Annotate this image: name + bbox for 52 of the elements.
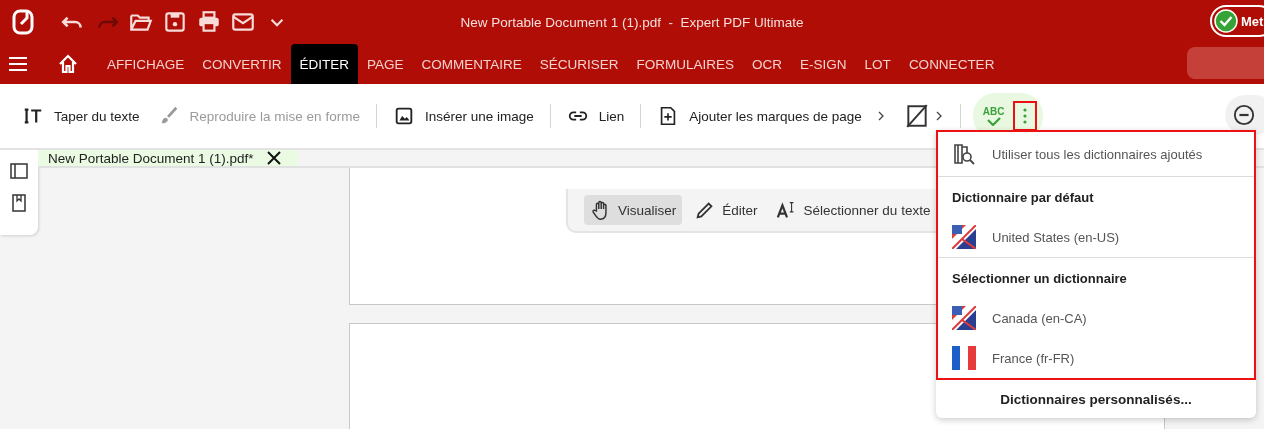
menu-item[interactable]: France (fr-FR) bbox=[938, 338, 1254, 378]
toolbar-button[interactable]: Insérer une image bbox=[388, 99, 538, 133]
kebab-icon bbox=[1022, 108, 1027, 124]
menu-section-header: Dictionnaire par défaut bbox=[951, 188, 1095, 207]
toolbar-button[interactable]: Taper du texte bbox=[18, 99, 144, 133]
mode-button[interactable]: Sélectionner du texte bbox=[769, 195, 937, 225]
menu-icon[interactable] bbox=[8, 54, 28, 74]
text-tool-icon bbox=[22, 105, 44, 127]
minus-circle-icon bbox=[1233, 104, 1255, 126]
dictionary-search-icon bbox=[952, 142, 976, 166]
app-logo bbox=[12, 9, 36, 35]
search-field[interactable] bbox=[1187, 47, 1264, 79]
custom-dictionaries-button[interactable]: Dictionnaires personnalisés... bbox=[994, 390, 1198, 408]
flag-icon bbox=[952, 225, 976, 249]
menu-tab[interactable]: E-SIGN bbox=[791, 44, 856, 84]
zoom-out-button[interactable] bbox=[1225, 95, 1264, 135]
menu-item[interactable]: Utiliser tous les dictionnaires ajoutés bbox=[938, 132, 1254, 176]
close-icon bbox=[265, 150, 282, 166]
account-label: Met bbox=[1241, 13, 1264, 29]
menu-item[interactable]: United States (en-US) bbox=[938, 217, 1254, 257]
menu-tab[interactable]: FORMULAIRES bbox=[627, 44, 744, 84]
menu-section-header: Sélectionner un dictionnaire bbox=[951, 269, 1128, 288]
bookmarks-button[interactable] bbox=[10, 194, 28, 212]
menu-tab[interactable]: CONVERTIR bbox=[193, 44, 291, 84]
menu-item[interactable]: Canada (en-CA) bbox=[938, 298, 1254, 338]
menu-tab[interactable]: OCR bbox=[743, 44, 792, 84]
sidebar-icon bbox=[10, 162, 28, 180]
check-icon bbox=[985, 116, 1002, 126]
mode-button[interactable]: Éditer bbox=[688, 195, 764, 225]
printer-icon[interactable] bbox=[196, 9, 222, 35]
document-tab-label[interactable]: New Portable Document 1 (1).pdf* bbox=[48, 150, 254, 166]
window-title: New Portable Document 1 (1).pdf - Expert PDF Ultimate bbox=[460, 14, 804, 30]
menu-tab[interactable]: PAGE bbox=[358, 44, 413, 84]
account-badge[interactable]: Met bbox=[1210, 5, 1264, 37]
flag-icon bbox=[952, 346, 976, 370]
bookmark-icon bbox=[10, 194, 28, 212]
panel-toggle-button[interactable] bbox=[10, 162, 28, 180]
toolbar-button[interactable]: Lien bbox=[562, 99, 629, 133]
save-icon[interactable] bbox=[162, 9, 188, 35]
menu-tab[interactable]: LOT bbox=[855, 44, 900, 84]
menu-tab[interactable]: ÉDITER bbox=[290, 44, 359, 84]
home-icon[interactable] bbox=[58, 54, 78, 74]
menu-tab[interactable]: CONNECTER bbox=[899, 44, 1004, 84]
document-tab[interactable]: New Portable Document 1 (1).pdf* bbox=[38, 150, 298, 166]
flag-icon bbox=[952, 306, 976, 330]
mode-button[interactable]: Visualiser bbox=[584, 195, 683, 225]
menu-tab[interactable]: SÉCURISER bbox=[530, 44, 628, 84]
menu-tab[interactable]: AFFICHAGE bbox=[98, 44, 194, 84]
menu-tab[interactable]: COMMENTAIRE bbox=[412, 44, 531, 84]
check-icon bbox=[1214, 9, 1238, 33]
close-button[interactable] bbox=[265, 150, 282, 166]
toolbar-button[interactable]: Ajouter les marques de page bbox=[653, 99, 866, 133]
